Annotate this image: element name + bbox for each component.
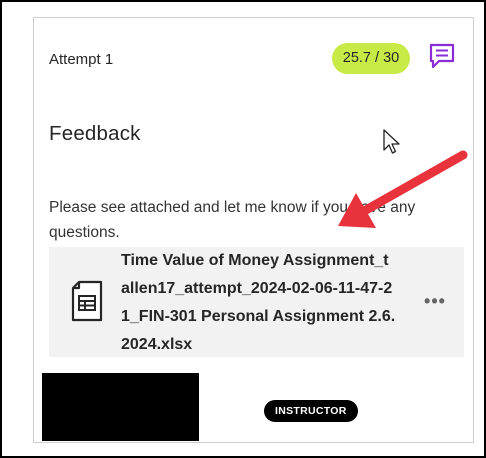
grade-total: 30 [383, 50, 400, 66]
attempt-feedback-panel: Attempt 1 25.7 / 30 Feedback Please see … [33, 17, 474, 443]
attachment-item[interactable]: Time Value of Money Assignment_tallen17_… [49, 247, 464, 357]
feedback-heading: Feedback [49, 122, 141, 145]
spreadsheet-file-icon [71, 280, 103, 322]
grade-separator: / [371, 50, 384, 66]
grade-score: 25.7 [342, 50, 371, 66]
grade-pill[interactable]: 25.7 / 30 [332, 43, 410, 74]
instructor-role-badge: INSTRUCTOR [264, 400, 358, 422]
attachment-file-name[interactable]: Time Value of Money Assignment_tallen17_… [121, 247, 396, 359]
feedback-message: Please see attached and let me know if y… [49, 199, 416, 241]
attempt-label: Attempt 1 [49, 51, 114, 68]
screenshot-frame: Attempt 1 25.7 / 30 Feedback Please see … [0, 0, 486, 458]
feedback-comment-icon[interactable] [428, 42, 456, 70]
more-options-icon[interactable]: ••• [422, 291, 448, 311]
redacted-author-block [42, 373, 199, 441]
mouse-cursor-icon [383, 129, 400, 154]
